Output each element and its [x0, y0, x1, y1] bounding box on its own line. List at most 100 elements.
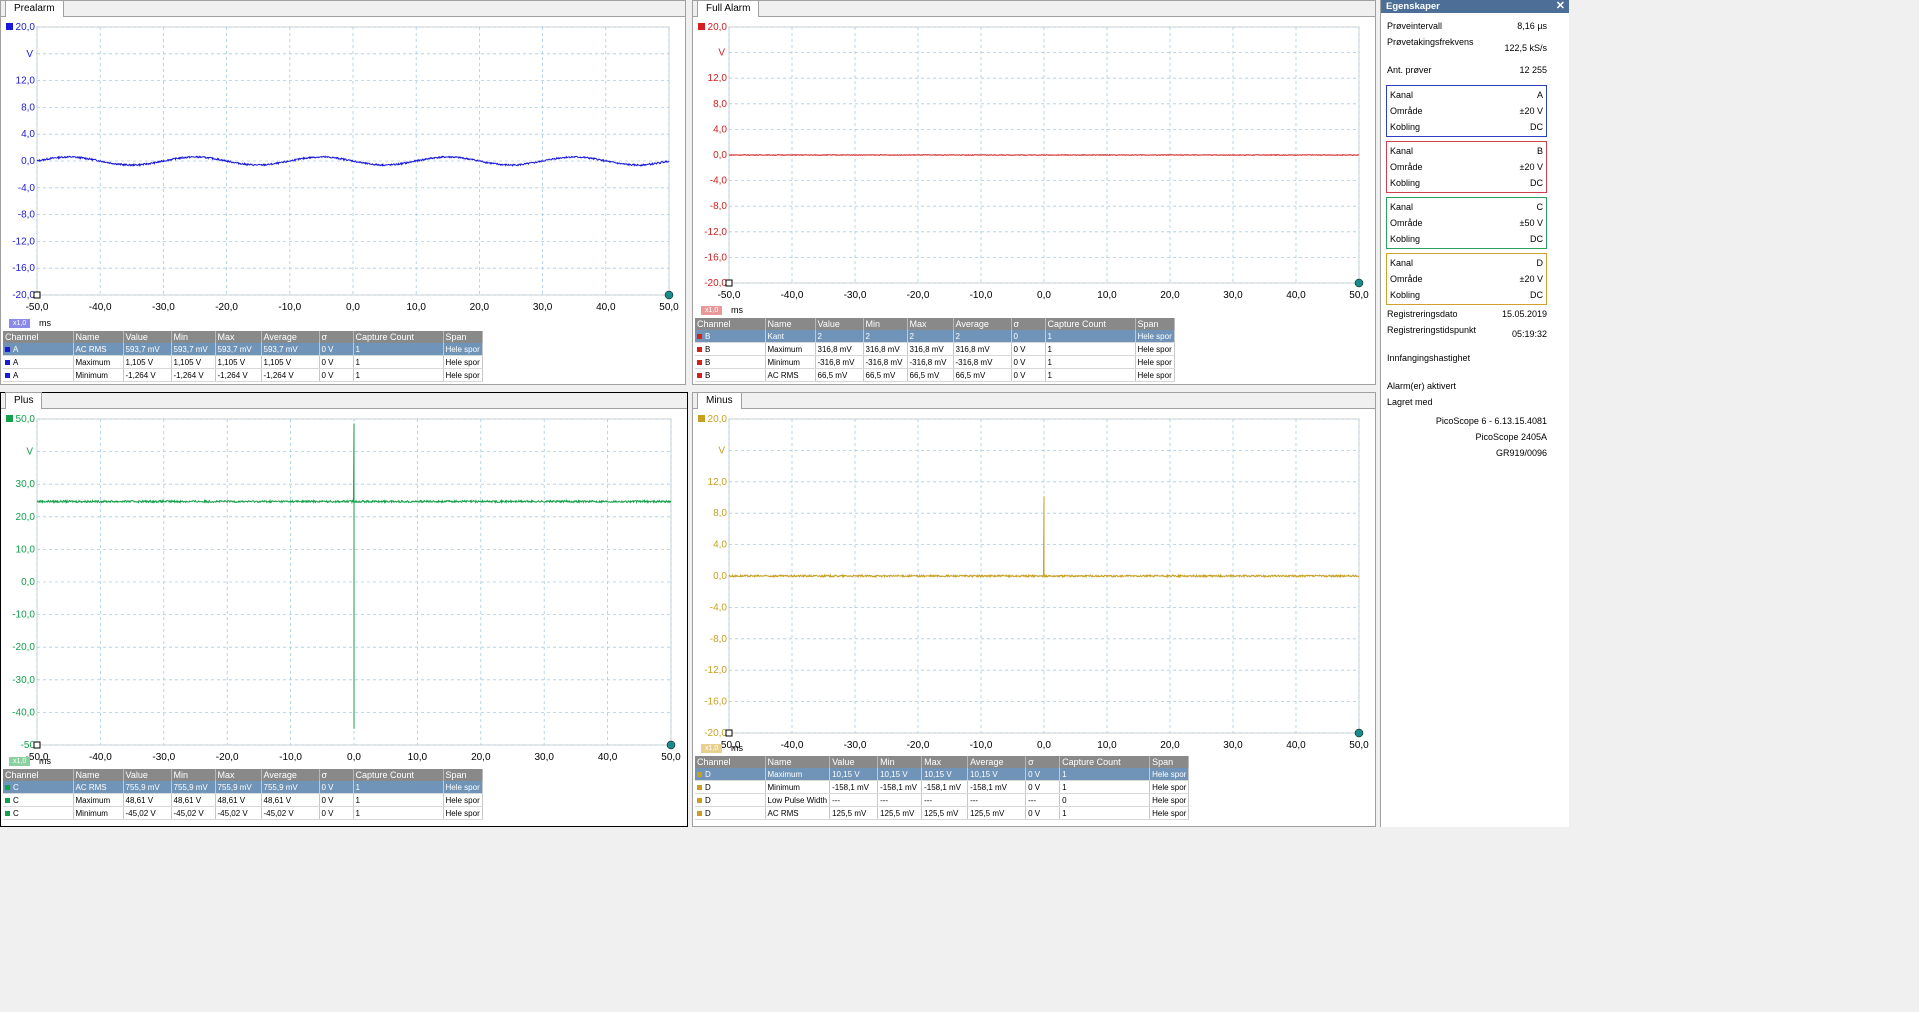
column-header[interactable]: Capture Count — [353, 331, 444, 343]
column-header[interactable]: Channel — [3, 331, 74, 343]
channel-color-icon — [5, 810, 10, 816]
column-header[interactable]: Max — [921, 756, 969, 768]
kanal-label: Kanal — [1390, 146, 1414, 156]
column-header[interactable]: Name — [73, 331, 124, 343]
column-header[interactable]: σ — [319, 769, 354, 781]
kanal-label: Kanal — [1390, 202, 1414, 212]
column-header[interactable]: Max — [907, 318, 954, 330]
kanal-value: B — [1536, 146, 1543, 156]
x-tick-label: -10,0 — [970, 290, 993, 301]
column-header[interactable]: Average — [261, 331, 320, 343]
column-header[interactable]: Max — [215, 769, 262, 781]
column-header[interactable]: Channel — [3, 769, 74, 781]
table-row[interactable]: C Maximum 48,61 V 48,61 V 48,61 V 48,61 V0 V1… — [3, 793, 483, 807]
x-tick-label: 50,0 — [661, 752, 681, 763]
column-header[interactable]: Max — [215, 331, 262, 343]
table-cell: -45,02 V — [123, 806, 172, 820]
trigger-handle[interactable] — [664, 290, 674, 300]
column-header[interactable]: Min — [171, 331, 216, 343]
table-cell: 0 V — [1025, 780, 1061, 794]
table-cell: 0 V — [1025, 806, 1061, 820]
ruler-handle[interactable] — [33, 291, 41, 299]
channel-property-row: Kanal C — [1390, 199, 1543, 215]
ruler-handle[interactable] — [33, 741, 41, 749]
column-header[interactable]: Span — [1149, 756, 1190, 768]
column-header[interactable]: Average — [261, 769, 320, 781]
ruler-handle[interactable] — [725, 279, 733, 287]
column-header[interactable]: Span — [1135, 318, 1175, 330]
table-row[interactable]: B Maximum 316,8 mV 316,8 mV 316,8 mV 316,8 mV… — [695, 342, 1175, 356]
table-row[interactable]: D Minimum -158,1 mV -158,1 mV -158,1 mV -158,… — [695, 780, 1190, 794]
channel-b-box: Kanal B Område ±20 V Kobling DC — [1386, 141, 1547, 193]
column-header[interactable]: Min — [863, 318, 908, 330]
x-tick-label: 50,0 — [659, 302, 679, 313]
table-cell: 1 — [353, 806, 444, 820]
table-row[interactable]: B Minimum -316,8 mV -316,8 mV -316,8 mV -316,… — [695, 355, 1175, 369]
y-tick-label: 4,0 — [713, 540, 727, 551]
tab-prealarm[interactable]: Prealarm — [5, 0, 64, 17]
table-cell: Maximum — [73, 355, 124, 369]
channel-color-icon — [697, 346, 702, 352]
table-row[interactable]: C Minimum -45,02 V -45,02 V -45,02 V -45,02 V… — [3, 806, 483, 820]
table-row[interactable]: B Kant 2 2 2 2 0 1 Hele spor — [695, 330, 1175, 343]
column-header[interactable]: Name — [765, 318, 816, 330]
table-row[interactable]: D Maximum 10,15 V 10,15 V 10,15 V 10,15 V0 V1… — [695, 768, 1190, 781]
column-header[interactable]: Span — [443, 331, 483, 343]
channel-color-icon — [5, 784, 10, 790]
table-cell: 316,8 mV — [953, 342, 1012, 356]
table-cell: Hele spor — [443, 781, 483, 794]
column-header[interactable]: Channel — [695, 318, 766, 330]
table-cell: Hele spor — [443, 355, 483, 369]
y-tick-label: 4,0 — [21, 129, 35, 140]
column-header[interactable]: Capture Count — [353, 769, 444, 781]
channel-property-row: Kanal D — [1390, 255, 1543, 271]
column-header[interactable]: Value — [815, 318, 864, 330]
table-cell: D — [695, 793, 766, 807]
tab-minus[interactable]: Minus — [697, 392, 742, 409]
close-icon[interactable]: ✕ — [1556, 0, 1565, 13]
trigger-handle[interactable] — [1354, 728, 1364, 738]
x-tick-label: 40,0 — [1286, 740, 1306, 751]
tab-plus[interactable]: Plus — [5, 392, 43, 409]
x-unit: ms — [39, 756, 51, 766]
column-header[interactable]: σ — [1011, 318, 1046, 330]
column-header[interactable]: σ — [1025, 756, 1061, 768]
table-cell: 0 — [1059, 793, 1151, 807]
ruler-handle[interactable] — [725, 729, 733, 737]
tab-full-alarm[interactable]: Full Alarm — [697, 0, 760, 17]
column-header[interactable]: Channel — [695, 756, 766, 768]
column-header[interactable]: Capture Count — [1045, 318, 1136, 330]
table-cell: Hele spor — [1149, 806, 1190, 820]
x-unit: ms — [39, 318, 51, 328]
column-header[interactable]: Average — [967, 756, 1027, 768]
coupling-label: Kobling — [1390, 234, 1421, 244]
column-header[interactable]: Value — [829, 756, 879, 768]
column-header[interactable]: σ — [319, 331, 354, 343]
table-cell: C — [3, 781, 74, 794]
table-row[interactable]: D Low Pulse Width --- --- --- --- --- 0 Hele spo… — [695, 793, 1190, 807]
device-model: PicoScope 2405A — [1475, 432, 1547, 442]
column-header[interactable]: Average — [953, 318, 1012, 330]
table-row[interactable]: C AC RMS 755,9 mV 755,9 mV 755,9 mV 755,9 mV 0… — [3, 781, 483, 794]
table-row[interactable]: A Minimum -1,264 V -1,264 V -1,264 V -1,264 V… — [3, 368, 483, 382]
column-header[interactable]: Name — [73, 769, 124, 781]
zoom-badge: x1,0 — [9, 319, 31, 328]
table-row[interactable]: D AC RMS 125,5 mV 125,5 mV 125,5 mV 125,5 mV 0… — [695, 806, 1190, 820]
column-header[interactable]: Name — [765, 756, 831, 768]
table-cell: Hele spor — [1149, 768, 1190, 781]
table-row[interactable]: A Maximum 1,105 V 1,105 V 1,105 V 1,105 V0 V1… — [3, 355, 483, 369]
trigger-handle[interactable] — [1354, 278, 1364, 288]
column-header[interactable]: Span — [443, 769, 483, 781]
table-row[interactable]: A AC RMS 593,7 mV 593,7 mV 593,7 mV 593,7 mV 0… — [3, 343, 483, 356]
column-header[interactable]: Min — [171, 769, 216, 781]
table-row[interactable]: B AC RMS 66,5 mV 66,5 mV 66,5 mV 66,5 mV 0 V1H… — [695, 368, 1175, 382]
column-header[interactable]: Value — [123, 769, 172, 781]
column-header[interactable]: Min — [877, 756, 923, 768]
column-header[interactable]: Value — [123, 331, 172, 343]
channel-color-icon — [5, 797, 10, 803]
range-value: ±50 V — [1519, 218, 1543, 228]
trigger-handle[interactable] — [666, 740, 676, 750]
table-cell: 66,5 mV — [815, 368, 864, 382]
kanal-label: Kanal — [1390, 90, 1414, 100]
column-header[interactable]: Capture Count — [1059, 756, 1151, 768]
